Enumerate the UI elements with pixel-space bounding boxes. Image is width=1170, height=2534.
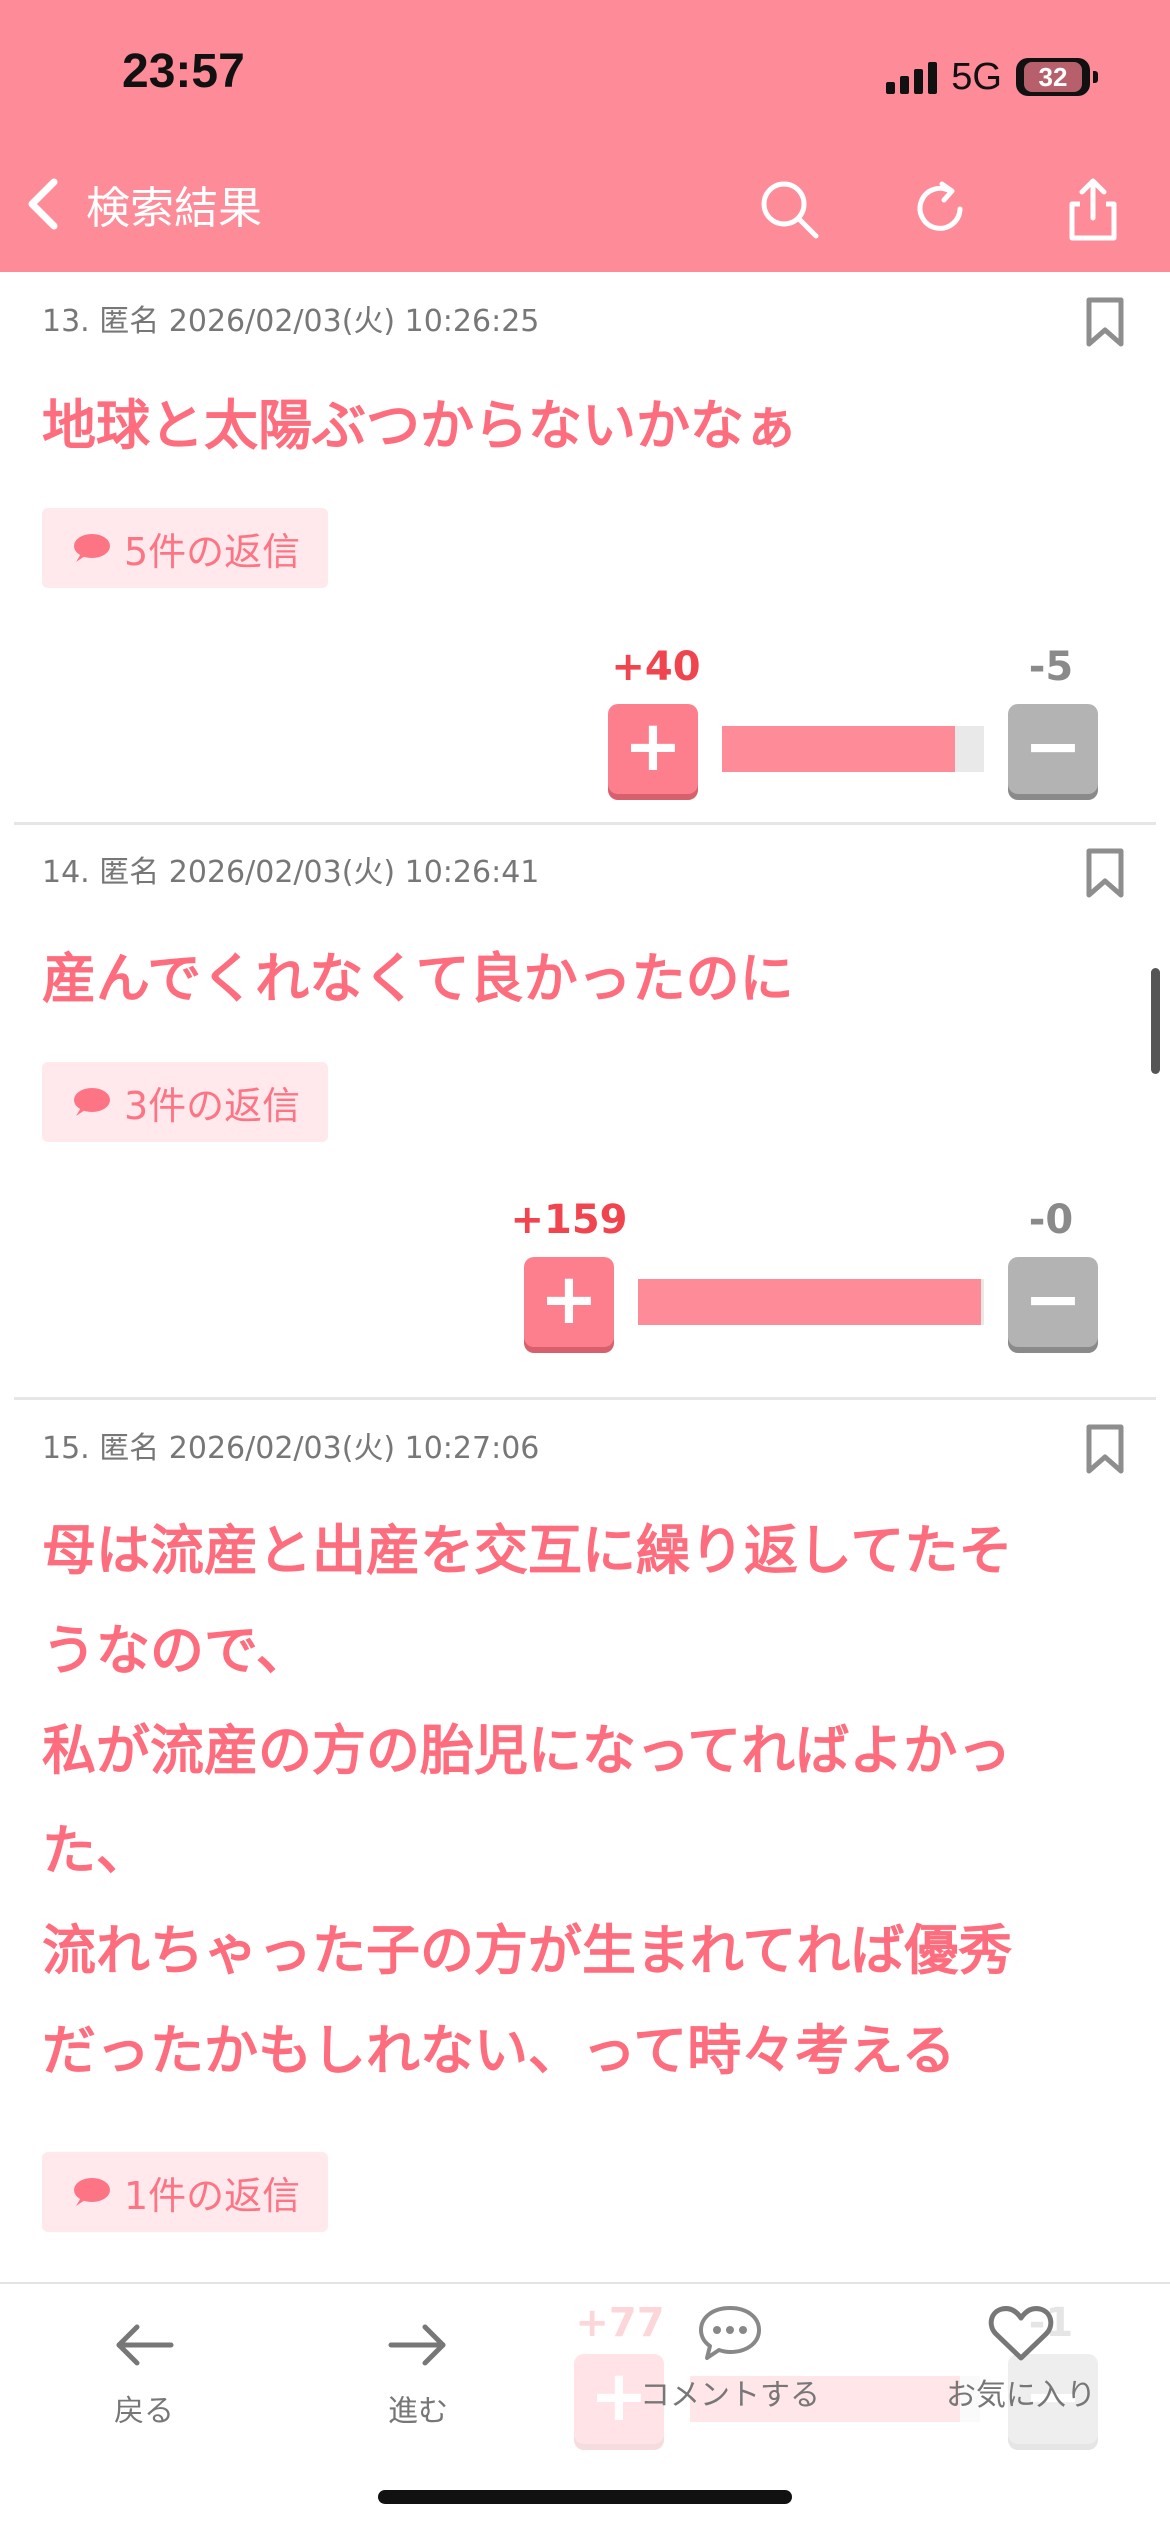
post-body-line: だったかもしれない、って時々考える — [42, 2019, 956, 2082]
battery-level: 32 — [1024, 62, 1082, 92]
comment-icon — [699, 2306, 761, 2360]
post-meta: 13. 匿名 2026/02/03(火) 10:26:25 — [42, 304, 540, 339]
post-body-line: うなので、 — [42, 1619, 310, 1682]
forward-nav-button[interactable]: 進む — [358, 2310, 478, 2430]
signal-icon — [886, 60, 938, 94]
post-body-line: 流れちゃった子の方が生まれてれば優秀 — [42, 1919, 1013, 1982]
speech-bubble-icon — [74, 2178, 110, 2206]
arrow-right-icon — [388, 2324, 446, 2366]
heart-icon — [988, 2306, 1054, 2361]
speech-bubble-icon — [74, 534, 110, 562]
arrow-left-icon — [116, 2324, 174, 2366]
tab-label: 戻る — [114, 2394, 174, 2429]
vote-ratio-bar — [722, 726, 984, 772]
post-item: 13. 匿名 2026/02/03(火) 10:26:25 地球と太陽ぶつからな… — [0, 272, 1170, 825]
post-item: 14. 匿名 2026/02/03(火) 10:26:41 産んでくれなくて良か… — [0, 825, 1170, 1401]
vote-ratio-fill — [722, 726, 956, 772]
plus-vote-button[interactable]: + — [524, 1257, 614, 1347]
minus-count: -0 — [1028, 1197, 1074, 1243]
post-meta: 14. 匿名 2026/02/03(火) 10:26:41 — [42, 855, 540, 890]
reply-count-button[interactable]: 3件の返信 — [42, 1062, 329, 1142]
app-header: 23:57 5G 32 検索結果 — [0, 0, 1170, 272]
bookmark-icon[interactable] — [1084, 1423, 1126, 1475]
post-body-line: 私が流産の方の胎児になってればよかっ — [42, 1719, 1012, 1782]
tab-label: 進む — [388, 2394, 448, 2429]
divider — [14, 1397, 1156, 1400]
plus-count: +40 — [611, 644, 701, 690]
home-indicator — [378, 2490, 792, 2504]
reply-count-label: 1件の返信 — [124, 2173, 301, 2218]
post-body-line: た、 — [42, 1819, 150, 1882]
speech-bubble-icon — [74, 1088, 110, 1116]
vote-ratio-bar — [638, 1279, 984, 1325]
vote-ratio-fill — [638, 1279, 981, 1325]
minus-vote-button[interactable]: − — [1008, 1257, 1098, 1347]
post-body: 産んでくれなくて良かったのに — [42, 947, 794, 1010]
status-time: 23:57 — [122, 45, 245, 98]
reply-count-label: 3件の返信 — [124, 1083, 301, 1128]
reply-count-button[interactable]: 1件の返信 — [42, 2152, 329, 2232]
share-icon[interactable] — [1060, 176, 1126, 242]
minus-vote-button[interactable]: − — [1008, 704, 1098, 794]
back-nav-button[interactable]: 戻る — [84, 2310, 204, 2430]
post-body-line: 母は流産と出産を交互に繰り返してたそ — [42, 1519, 1013, 1582]
post-body: 母は流産と出産を交互に繰り返してたそ うなので、 私が流産の方の胎児になってれば… — [42, 1501, 1132, 2101]
comment-button[interactable]: コメントする — [625, 2300, 835, 2414]
post-body: 地球と太陽ぶつからないかなぁ — [42, 394, 798, 457]
tab-label: お気に入り — [946, 2378, 1096, 2413]
bookmark-icon[interactable] — [1084, 296, 1126, 348]
tab-label: コメントする — [640, 2378, 820, 2413]
network-type: 5G — [951, 55, 1002, 98]
search-results-list[interactable]: 13. 匿名 2026/02/03(火) 10:26:25 地球と太陽ぶつからな… — [0, 272, 1170, 2282]
status-indicators: 5G 32 — [886, 52, 1098, 102]
minus-count: -5 — [1028, 644, 1074, 690]
plus-vote-button[interactable]: + — [608, 704, 698, 794]
scrollbar[interactable] — [1151, 968, 1160, 1074]
bookmark-icon[interactable] — [1084, 847, 1126, 899]
chevron-left-icon — [28, 178, 58, 230]
favorite-button[interactable]: お気に入り — [936, 2300, 1106, 2414]
battery-icon: 32 — [1016, 58, 1098, 96]
reload-icon[interactable] — [908, 176, 974, 242]
page-title: 検索結果 — [86, 183, 262, 234]
post-meta: 15. 匿名 2026/02/03(火) 10:27:06 — [42, 1431, 540, 1466]
plus-count: +159 — [510, 1197, 628, 1243]
reply-count-button[interactable]: 5件の返信 — [42, 508, 329, 588]
reply-count-label: 5件の返信 — [124, 529, 301, 574]
back-button[interactable]: 検索結果 — [24, 172, 262, 236]
post-item: 15. 匿名 2026/02/03(火) 10:27:06 母は流産と出産を交互… — [0, 1401, 1170, 2282]
search-icon[interactable] — [756, 176, 822, 242]
